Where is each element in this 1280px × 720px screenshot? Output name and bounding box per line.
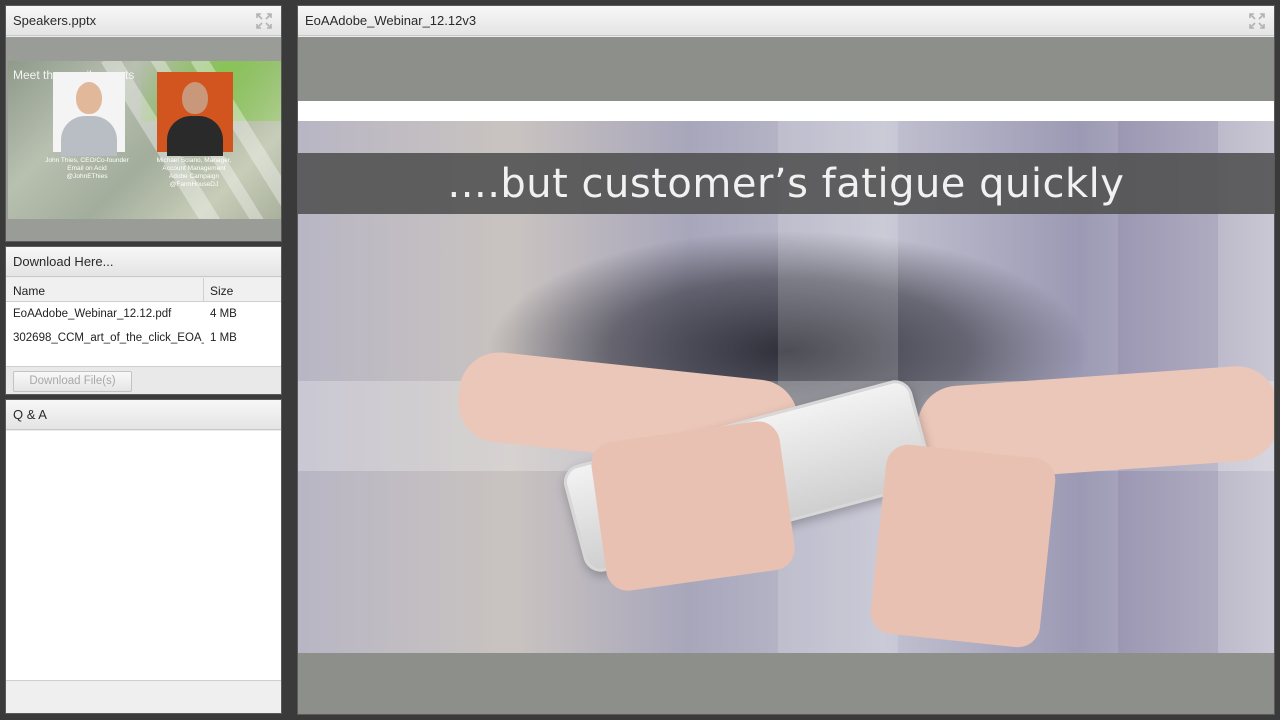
speaker1-caption: John Thies, CEO/Co-founder Email on Acid… [45, 157, 129, 180]
files-pod: Download Here... Name Size EoAAdobe_Webi… [5, 246, 282, 395]
fullscreen-icon[interactable] [255, 12, 273, 30]
qa-pod-header: Q & A [6, 400, 281, 430]
fullscreen-icon[interactable] [1248, 12, 1266, 30]
qa-pod-footer [6, 682, 281, 713]
file-name: 302698_CCM_art_of_the_click_EOA_ [13, 332, 204, 344]
qa-question-list[interactable] [6, 431, 281, 681]
slide-caption: ....but customer’s fatigue quickly [447, 160, 1125, 207]
presentation-slide: ....but customer’s fatigue quickly [298, 101, 1274, 653]
speakers-slide-area: Meet the email experts John Thies, CEO/C… [6, 37, 281, 241]
column-header-name[interactable]: Name [6, 278, 204, 301]
qa-pod-title: Q & A [13, 407, 47, 422]
speaker2-caption: Michael Sciano, Manager, Account Managem… [156, 157, 232, 188]
share-pod: EoAAdobe_Webinar_12.12v3 ....but custome… [297, 5, 1275, 715]
files-table: Name Size EoAAdobe_Webinar_12.12.pdf 4 M… [6, 278, 281, 368]
column-header-size[interactable]: Size [204, 278, 239, 301]
speaker-photo-john [53, 72, 125, 156]
files-pod-footer: Download File(s) [6, 366, 281, 394]
files-table-header: Name Size [6, 278, 281, 302]
slide-caption-band: ....but customer’s fatigue quickly [298, 153, 1274, 214]
file-size: 4 MB [210, 308, 237, 320]
speaker-photo-michael [157, 72, 233, 156]
download-files-button[interactable]: Download File(s) [13, 371, 132, 392]
speakers-pod-title: Speakers.pptx [13, 13, 97, 28]
file-name: EoAAdobe_Webinar_12.12.pdf [13, 308, 172, 320]
file-size: 1 MB [210, 332, 237, 344]
files-pod-header: Download Here... [6, 247, 281, 277]
qa-pod: Q & A [5, 399, 282, 714]
share-pod-header: EoAAdobe_Webinar_12.12v3 [298, 6, 1274, 36]
speakers-pod: Speakers.pptx Meet the email experts Joh… [5, 5, 282, 242]
share-pod-title: EoAAdobe_Webinar_12.12v3 [305, 13, 477, 28]
share-content-area: ....but customer’s fatigue quickly [298, 37, 1274, 714]
table-row[interactable]: EoAAdobe_Webinar_12.12.pdf 4 MB [6, 302, 281, 326]
speakers-slide-thumbnail: Meet the email experts John Thies, CEO/C… [8, 61, 281, 219]
files-pod-title: Download Here... [13, 254, 114, 269]
table-row[interactable]: 302698_CCM_art_of_the_click_EOA_ 1 MB [6, 326, 281, 350]
speakers-pod-header: Speakers.pptx [6, 6, 281, 36]
